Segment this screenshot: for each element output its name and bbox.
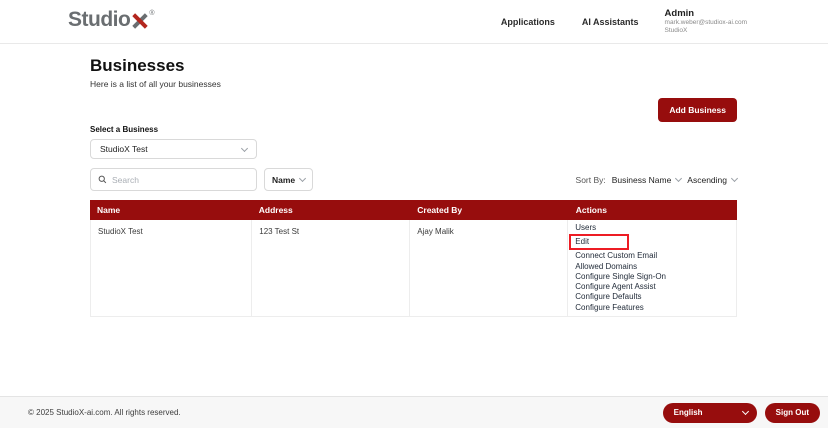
- main-nav: Applications AI Assistants: [501, 17, 639, 27]
- action-configure-features[interactable]: Configure Features: [575, 303, 643, 313]
- search-field-value: Name: [272, 174, 296, 185]
- add-business-button[interactable]: Add Business: [658, 98, 737, 122]
- chevron-down-icon: [675, 174, 683, 183]
- page-title: Businesses: [90, 56, 185, 75]
- search-input[interactable]: [112, 174, 249, 185]
- cell-business-name: StudioX Test: [91, 220, 253, 317]
- chevron-down-icon: [741, 407, 749, 416]
- table-row: StudioX Test 123 Test St Ajay Malik User…: [90, 220, 737, 318]
- business-select-value: StudioX Test: [100, 144, 148, 154]
- column-header-actions: Actions: [575, 205, 607, 215]
- column-header-name: Name: [97, 205, 121, 215]
- nav-ai-assistants[interactable]: AI Assistants: [582, 17, 639, 27]
- action-edit[interactable]: Edit: [569, 234, 630, 251]
- top-header: Studio ® Applications AI Assistants Admi…: [0, 0, 828, 44]
- action-configure-agent-assist[interactable]: Configure Agent Assist: [575, 282, 656, 292]
- user-menu[interactable]: Admin mark.weber@studiox-ai.com StudioX: [665, 8, 747, 36]
- sign-out-button[interactable]: Sign Out: [764, 402, 820, 423]
- user-email: mark.weber@studiox-ai.com: [664, 18, 747, 26]
- user-name: Admin: [664, 7, 695, 19]
- copyright-text: © 2025 StudioX-ai.com. All rights reserv…: [28, 408, 181, 417]
- logo-text: Studio: [68, 7, 131, 31]
- cell-actions: Users Edit Connect Custom Email Allowed …: [568, 220, 736, 316]
- select-business-label: Select a Business: [90, 125, 159, 134]
- sort-controls: Sort By: Business Name Ascending: [575, 174, 739, 185]
- column-header-address: Address: [258, 205, 293, 215]
- chevron-down-icon: [240, 144, 249, 152]
- column-header-created-by: Created By: [417, 205, 463, 215]
- search-icon: [98, 171, 107, 189]
- search-box: [90, 168, 257, 191]
- sort-field-value: Business Name: [611, 174, 672, 185]
- chevron-down-icon: [730, 174, 739, 183]
- search-field-select[interactable]: Name: [264, 168, 313, 191]
- action-allowed-domains[interactable]: Allowed Domains: [575, 262, 637, 272]
- cell-address: 123 Test St: [252, 220, 411, 317]
- businesses-table: Name Address Created By Actions StudioX …: [90, 200, 737, 318]
- sort-field-select[interactable]: Business Name: [611, 174, 683, 185]
- page-subtitle: Here is a list of all your businesses: [90, 79, 221, 89]
- language-value: English: [673, 408, 703, 417]
- user-org: StudioX: [664, 27, 688, 34]
- action-configure-defaults[interactable]: Configure Defaults: [575, 292, 641, 302]
- nav-applications[interactable]: Applications: [501, 17, 555, 27]
- table-header-row: Name Address Created By Actions: [90, 200, 737, 220]
- sort-by-label: Sort By:: [575, 174, 606, 185]
- main-content: Businesses Here is a list of all your bu…: [0, 44, 828, 396]
- registered-mark: ®: [149, 9, 155, 17]
- action-users[interactable]: Users: [575, 223, 596, 233]
- cell-created-by: Ajay Malik: [410, 220, 569, 317]
- business-select[interactable]: StudioX Test: [90, 139, 257, 159]
- studiox-logo[interactable]: Studio ®: [68, 7, 155, 35]
- page-footer: © 2025 StudioX-ai.com. All rights reserv…: [0, 396, 828, 428]
- chevron-down-icon: [298, 174, 307, 183]
- sort-direction-select[interactable]: Ascending: [687, 174, 739, 185]
- action-configure-single-sign-on[interactable]: Configure Single Sign-On: [575, 272, 666, 282]
- sort-direction-value: Ascending: [687, 174, 727, 185]
- language-select[interactable]: English: [662, 402, 757, 423]
- action-connect-custom-email[interactable]: Connect Custom Email: [575, 251, 657, 261]
- logo-x-icon: [131, 12, 149, 35]
